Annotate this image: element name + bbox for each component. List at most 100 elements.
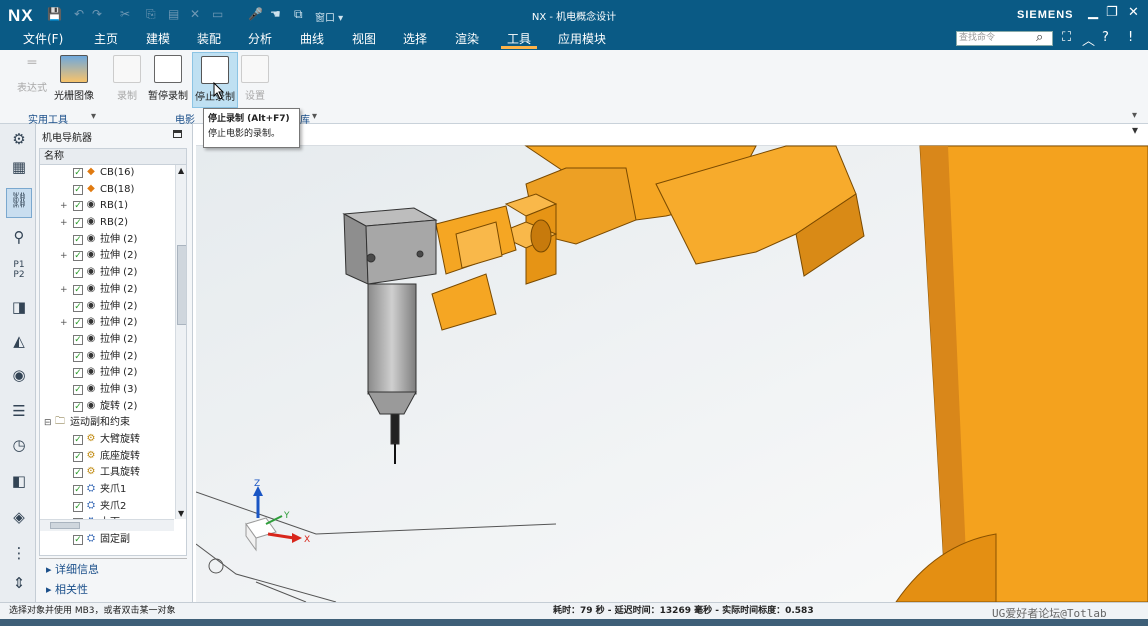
tree-row[interactable]: ✓ ◆ CB(18) [40, 182, 186, 199]
tree-row[interactable]: ✓ ⛭ 夹爪1 [40, 482, 186, 499]
visibility-checkbox[interactable]: ✓ [73, 501, 83, 512]
expand-icon[interactable]: + [60, 198, 68, 214]
tree-row[interactable]: + ✓ ◉ 拉伸 (2) [40, 248, 186, 265]
visibility-checkbox[interactable]: ✓ [73, 284, 83, 295]
menu-modeling[interactable]: 建模 [146, 30, 170, 48]
tree-row[interactable]: ✓ ◆ CB(16) [40, 165, 186, 182]
ribbon-options-icon[interactable]: ▾ [1132, 110, 1137, 121]
expand-icon[interactable]: + [60, 315, 68, 331]
maximize-panel-icon[interactable] [173, 130, 182, 138]
restore-icon[interactable]: ❐ [1106, 5, 1118, 20]
dependencies-section[interactable]: ▸ 相关性 [46, 581, 88, 597]
visibility-checkbox[interactable]: ✓ [73, 451, 83, 462]
menu-assembly[interactable]: 装配 [197, 30, 221, 48]
visibility-checkbox[interactable]: ✓ [73, 301, 83, 312]
template-icon[interactable]: ⋮ [8, 542, 30, 564]
search-icon[interactable]: ⌕ [1036, 30, 1043, 45]
visibility-checkbox[interactable]: ✓ [73, 168, 83, 178]
visibility-checkbox[interactable]: ✓ [73, 218, 83, 229]
visibility-checkbox[interactable]: ✓ [73, 268, 83, 279]
details-section[interactable]: ▸ 详细信息 [46, 561, 99, 577]
visibility-checkbox[interactable]: ✓ [73, 201, 83, 212]
tree-row[interactable]: ✓ ⚙ 大臂旋转 [40, 432, 186, 449]
expand-icon[interactable]: + [60, 215, 68, 231]
minimize-icon[interactable]: ▁ [1088, 5, 1098, 20]
tree-row[interactable]: ✓ ◉ 拉伸 (3) [40, 382, 186, 399]
reuse-library-icon[interactable]: ◭ [8, 330, 30, 352]
tree-row[interactable]: ✓ ⚙ 工具旋转 [40, 465, 186, 482]
record-button[interactable]: 录制 [112, 52, 142, 110]
tree-row[interactable]: ✓ ◉ 拉伸 (2) [40, 365, 186, 382]
settings-gear-icon[interactable]: ⚙ [8, 128, 30, 150]
tree-row[interactable]: + ✓ ◉ 拉伸 (2) [40, 315, 186, 332]
expand-icon[interactable]: + [60, 282, 68, 298]
tree-row[interactable]: ✓ ◉ 拉伸 (2) [40, 349, 186, 366]
visibility-checkbox[interactable]: ✓ [73, 401, 83, 412]
system-materials-icon[interactable]: ◈ [8, 506, 30, 528]
menu-render[interactable]: 渲染 [455, 30, 479, 48]
visibility-checkbox[interactable]: ✓ [73, 351, 83, 362]
expression-button[interactable]: ═ 表达式 [14, 52, 50, 110]
menu-tools[interactable]: 工具 [500, 30, 538, 49]
menu-view[interactable]: 视图 [352, 30, 376, 48]
vertical-scrollbar[interactable]: ▲ ▼ [175, 165, 186, 519]
roles-icon[interactable]: ◧ [8, 470, 30, 492]
menu-analysis[interactable]: 分析 [248, 30, 272, 48]
tree-row[interactable]: ⊟ 🗀 运动副和约束 [40, 415, 186, 432]
group-utility-menu-icon[interactable]: ▾ [91, 111, 96, 122]
help-icon[interactable]: ? [1102, 30, 1109, 45]
raster-image-button[interactable]: 光栅图像 [52, 52, 96, 110]
menu-home[interactable]: 主页 [94, 30, 118, 48]
graphics-window[interactable]: ▾ Z Y X [196, 124, 1148, 602]
collapse-icon[interactable]: ⊟ [44, 415, 52, 431]
assembly-navigator-icon[interactable]: ▦ [8, 156, 30, 178]
more-tools-icon[interactable]: ⇕ [8, 572, 30, 594]
horizontal-scrollbar[interactable] [40, 519, 174, 531]
collapse-ribbon-icon[interactable]: ︿ [1082, 30, 1095, 49]
scroll-thumb[interactable] [177, 245, 186, 325]
scroll-up-icon[interactable]: ▲ [178, 166, 184, 175]
expand-icon[interactable]: + [60, 248, 68, 264]
tree-row[interactable]: ✓ ◉ 拉伸 (2) [40, 299, 186, 316]
visibility-checkbox[interactable]: ✓ [73, 468, 83, 479]
tree-row[interactable]: + ✓ ◉ RB(1) [40, 198, 186, 215]
part-navigator-icon[interactable]: ◨ [8, 296, 30, 318]
visibility-checkbox[interactable]: ✓ [73, 251, 83, 262]
runtime-inspector-icon[interactable]: ☰ [8, 400, 30, 422]
visibility-checkbox[interactable]: ✓ [73, 368, 83, 379]
tree-row[interactable]: ✓ ◉ 拉伸 (2) [40, 232, 186, 249]
close-icon[interactable]: ✕ [1128, 5, 1139, 20]
visibility-checkbox[interactable]: ✓ [73, 184, 83, 195]
pause-record-button[interactable]: 暂停录制 [146, 52, 190, 110]
visibility-checkbox[interactable]: ✓ [73, 318, 83, 329]
tree-row[interactable]: ✓ ⚙ 底座旋转 [40, 449, 186, 466]
hscroll-thumb[interactable] [50, 522, 80, 529]
tree-row[interactable]: ✓ ◉ 拉伸 (2) [40, 332, 186, 349]
visibility-checkbox[interactable]: ✓ [73, 485, 83, 496]
model-view[interactable]: Z Y X [196, 124, 1148, 602]
tree-row[interactable]: ✓ ⛭ 固定副 [40, 532, 186, 549]
more-icon[interactable]: ! [1128, 30, 1133, 45]
sequence-editor-icon[interactable]: P1 P2 [8, 260, 30, 282]
group-library-menu-icon[interactable]: ▾ [312, 111, 317, 122]
visualization-icon[interactable]: ◉ [8, 364, 30, 386]
menu-application[interactable]: 应用模块 [558, 30, 606, 48]
tree-row[interactable]: ✓ ◉ 旋转 (2) [40, 399, 186, 416]
visibility-checkbox[interactable]: ✓ [73, 535, 83, 546]
visibility-checkbox[interactable]: ✓ [73, 334, 83, 345]
physics-navigator-icon[interactable]: ⚲ [8, 226, 30, 248]
visibility-checkbox[interactable]: ✓ [73, 384, 83, 395]
history-icon[interactable]: ◷ [8, 434, 30, 456]
tree-row[interactable]: + ✓ ◉ 拉伸 (2) [40, 282, 186, 299]
tree-row[interactable]: ✓ ⛭ 夹爪2 [40, 499, 186, 516]
menu-curve[interactable]: 曲线 [300, 30, 324, 48]
menu-select[interactable]: 选择 [403, 30, 427, 48]
mechatronics-navigator-icon[interactable]: ⛓ [6, 188, 32, 218]
column-header[interactable]: 名称 [40, 149, 186, 165]
scroll-down-icon[interactable]: ▼ [178, 509, 184, 518]
fullscreen-icon[interactable]: ⛶ [1062, 30, 1071, 45]
tree-row[interactable]: + ✓ ◉ RB(2) [40, 215, 186, 232]
visibility-checkbox[interactable]: ✓ [73, 435, 83, 445]
movie-settings-button[interactable]: 设置 [240, 52, 270, 110]
menu-file[interactable]: 文件(F) [23, 30, 63, 48]
